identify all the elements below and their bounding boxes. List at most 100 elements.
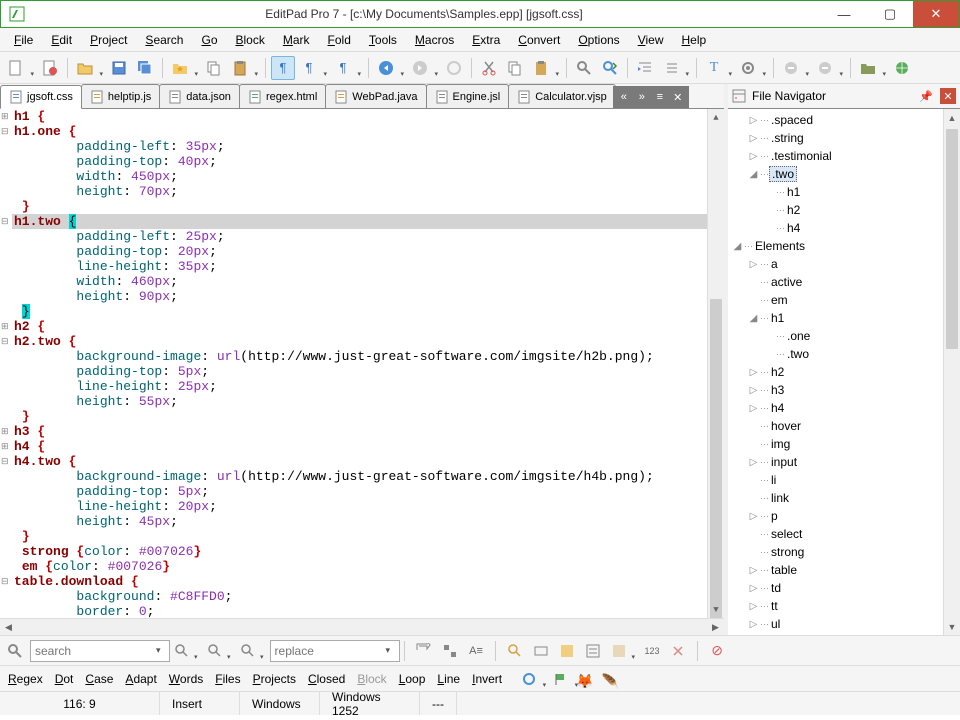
- code-line[interactable]: height: 55px;: [12, 394, 707, 409]
- find-next-button[interactable]: [598, 56, 622, 80]
- tab-scroll-right[interactable]: »: [633, 88, 651, 106]
- tree-expander[interactable]: ▷: [748, 457, 759, 468]
- menu-fold[interactable]: Fold: [320, 31, 359, 49]
- code-line[interactable]: padding-top: 40px;: [12, 154, 707, 169]
- fold-toggle[interactable]: ⊟: [1, 334, 9, 349]
- navigator-tree[interactable]: ▷⋯.spaced▷⋯.string▷⋯.testimonial◢⋯.two⋯h…: [728, 109, 960, 635]
- code-line[interactable]: height: 45px;: [12, 514, 707, 529]
- status-position[interactable]: 116: 9: [0, 692, 160, 715]
- tree-expander[interactable]: ▷: [748, 151, 759, 162]
- code-line[interactable]: height: 70px;: [12, 184, 707, 199]
- menu-view[interactable]: View: [630, 31, 672, 49]
- code-line[interactable]: padding-top: 20px;: [12, 244, 707, 259]
- replace-all-button[interactable]: [439, 640, 461, 662]
- numbers-button[interactable]: 123: [641, 640, 663, 662]
- menu-block[interactable]: Block: [228, 31, 273, 49]
- code-line[interactable]: table.download {: [12, 574, 707, 589]
- replace-dropdown-icon[interactable]: ▾: [386, 645, 391, 656]
- opt-line[interactable]: Line: [437, 672, 460, 686]
- scroll-right-icon[interactable]: ▶: [707, 619, 724, 635]
- editor-hscroll[interactable]: ◀ ▶: [0, 618, 724, 635]
- new-close-button[interactable]: [38, 56, 62, 80]
- scroll-down-icon[interactable]: ▼: [708, 601, 724, 618]
- menu-mark[interactable]: Mark: [275, 31, 318, 49]
- search-input[interactable]: [30, 640, 170, 662]
- tree-item[interactable]: ▷⋯.spaced: [728, 111, 943, 129]
- menu-extra[interactable]: Extra: [464, 31, 508, 49]
- tree-expander[interactable]: ◢: [748, 169, 759, 180]
- code-line[interactable]: strong {color: #007026}: [12, 544, 707, 559]
- scroll-thumb[interactable]: [946, 129, 958, 349]
- opt-refresh[interactable]: ▾: [518, 668, 540, 690]
- opt-dot[interactable]: Dot: [55, 672, 74, 686]
- indent-button[interactable]: [633, 56, 657, 80]
- code-line[interactable]: padding-top: 5px;: [12, 484, 707, 499]
- pilcrow-line-button[interactable]: ¶▾: [297, 56, 321, 80]
- tree-expander[interactable]: ▷: [748, 511, 759, 522]
- tree-item[interactable]: ▷⋯p: [728, 507, 943, 525]
- tab-scroll-left[interactable]: «: [615, 88, 633, 106]
- scroll-thumb[interactable]: [710, 299, 722, 618]
- close-button[interactable]: ✕: [913, 1, 959, 27]
- tree-expander[interactable]: ▷: [748, 133, 759, 144]
- tree-expander[interactable]: ◢: [748, 313, 759, 324]
- tree-expander[interactable]: ▷: [748, 619, 759, 630]
- opt-invert[interactable]: Invert: [472, 672, 502, 686]
- copy-button[interactable]: [202, 56, 226, 80]
- search-mode-button[interactable]: ▾: [171, 640, 193, 662]
- menu-search[interactable]: Search: [137, 31, 191, 49]
- code-line[interactable]: h2.two {: [12, 334, 707, 349]
- replace-button[interactable]: [413, 640, 435, 662]
- search-icon[interactable]: [4, 640, 26, 662]
- scroll-up-icon[interactable]: ▲: [944, 109, 960, 126]
- fold-toggle[interactable]: ⊟: [1, 574, 9, 589]
- menu-macros[interactable]: Macros: [407, 31, 462, 49]
- tree-item[interactable]: ⋯h2: [728, 201, 943, 219]
- opt-adapt[interactable]: Adapt: [125, 672, 156, 686]
- opt-fox-icon[interactable]: 🦊: [576, 673, 593, 689]
- scroll-up-icon[interactable]: ▲: [708, 109, 724, 126]
- tree-expander[interactable]: ▷: [748, 367, 759, 378]
- tree-item[interactable]: ▷⋯table: [728, 561, 943, 579]
- cut-button[interactable]: [477, 56, 501, 80]
- menu-project[interactable]: Project: [82, 31, 135, 49]
- code-line[interactable]: h1 {: [12, 109, 707, 124]
- pin-icon[interactable]: 📌: [918, 88, 934, 104]
- opt-projects[interactable]: Projects: [253, 672, 296, 686]
- menu-options[interactable]: Options: [570, 31, 627, 49]
- tree-item[interactable]: ⋯.two: [728, 345, 943, 363]
- tree-item[interactable]: ⋯img: [728, 435, 943, 453]
- tab-list[interactable]: ≡: [651, 88, 669, 106]
- tree-item[interactable]: ⋯hover: [728, 417, 943, 435]
- opt-feather-icon[interactable]: 🪶: [602, 673, 619, 689]
- tree-item[interactable]: ◢⋯.two: [728, 165, 943, 183]
- fold-toggle[interactable]: ⊞: [1, 109, 9, 124]
- find-button[interactable]: [572, 56, 596, 80]
- close-search-button[interactable]: ⊘: [706, 640, 728, 662]
- tree-item[interactable]: ▷⋯tt: [728, 597, 943, 615]
- tools-button[interactable]: ▾: [856, 56, 880, 80]
- tree-item[interactable]: ▷⋯h3: [728, 381, 943, 399]
- search-prev-button[interactable]: ▾: [204, 640, 226, 662]
- fold-button[interactable]: [556, 640, 578, 662]
- tree-item[interactable]: ⋯em: [728, 291, 943, 309]
- menu-edit[interactable]: Edit: [43, 31, 80, 49]
- scroll-down-icon[interactable]: ▼: [944, 618, 960, 635]
- text-button[interactable]: T▾: [702, 56, 726, 80]
- menu-help[interactable]: Help: [674, 31, 715, 49]
- opt-flag[interactable]: ▾: [550, 668, 572, 690]
- tree-item[interactable]: ⋯select: [728, 525, 943, 543]
- menu-convert[interactable]: Convert: [510, 31, 568, 49]
- tab-helptip-js[interactable]: helptip.js: [81, 84, 160, 108]
- code-line[interactable]: }: [12, 304, 707, 319]
- opt-files[interactable]: Files: [215, 672, 240, 686]
- web-button[interactable]: [890, 56, 914, 80]
- code-line[interactable]: width: 460px;: [12, 274, 707, 289]
- opt-closed[interactable]: Closed: [308, 672, 345, 686]
- pilcrow-para-button[interactable]: ¶: [271, 56, 295, 80]
- refresh-button[interactable]: [442, 56, 466, 80]
- code-line[interactable]: padding-left: 25px;: [12, 229, 707, 244]
- tree-item[interactable]: ▷⋯input: [728, 453, 943, 471]
- save-button[interactable]: [107, 56, 131, 80]
- search-dropdown-icon[interactable]: ▾: [156, 645, 161, 656]
